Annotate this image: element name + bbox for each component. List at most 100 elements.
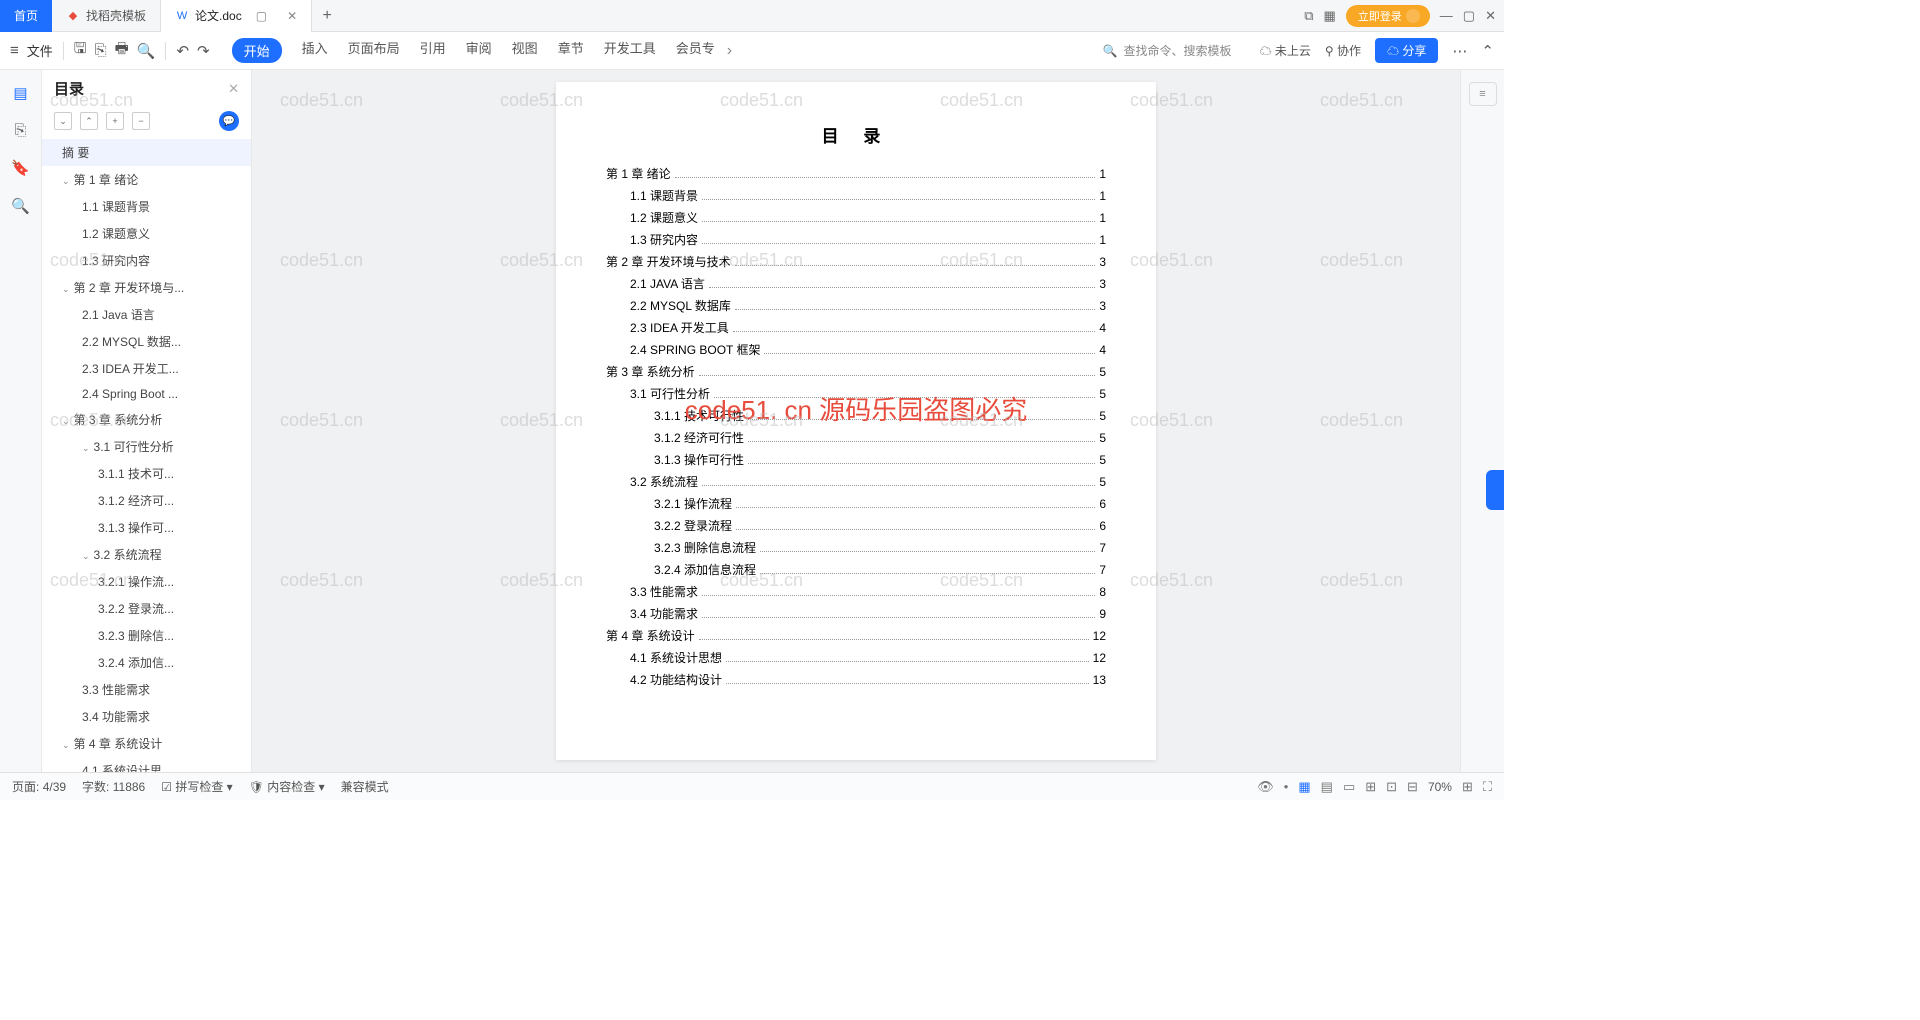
outline-item[interactable]: 2.3 IDEA 开发工... (42, 355, 251, 382)
outline-item[interactable]: ⌄第 1 章 绪论 (42, 166, 251, 193)
toc-row[interactable]: 4.1 系统设计思想12 (630, 649, 1106, 666)
menu-overflow-icon[interactable]: › (727, 42, 732, 60)
toc-row[interactable]: 3.1 可行性分析5 (630, 385, 1106, 402)
web-view-icon[interactable]: ⊞ (1365, 779, 1376, 795)
read-view-icon[interactable]: ▭ (1343, 779, 1355, 795)
page-view-icon[interactable]: ▦ (1298, 779, 1310, 795)
dot-icon[interactable]: • (1284, 779, 1289, 794)
toc-row[interactable]: 1.1 课题背景1 (630, 187, 1106, 204)
menu-ref[interactable]: 引用 (420, 38, 446, 63)
outline-item[interactable]: ⌄第 4 章 系统设计 (42, 730, 251, 757)
preview-icon[interactable]: 🔍 (137, 42, 156, 60)
page-indicator[interactable]: 页面: 4/39 (12, 778, 66, 795)
menu-dev[interactable]: 开发工具 (604, 38, 656, 63)
toc-row[interactable]: 3.1.2 经济可行性5 (654, 429, 1106, 446)
outline-item[interactable]: ⌄第 2 章 开发环境与... (42, 274, 251, 301)
save-icon[interactable]: 🖫 (74, 38, 87, 63)
tab-template[interactable]: ◆找稻壳模板 (52, 0, 161, 32)
close-window-icon[interactable]: ✕ (1485, 8, 1496, 24)
apps-icon[interactable]: ▦ (1324, 8, 1336, 24)
toc-row[interactable]: 1.3 研究内容1 (630, 231, 1106, 248)
eye-icon[interactable]: 👁 (1257, 779, 1274, 795)
outline-item[interactable]: 3.1.1 技术可... (42, 460, 251, 487)
outline-item[interactable]: ⌄第 3 章 系统分析 (42, 406, 251, 433)
toc-row[interactable]: 3.2.3 删除信息流程7 (654, 539, 1106, 556)
window-split-icon[interactable]: ⧉ (1304, 8, 1313, 24)
content-check-button[interactable]: 🛡 内容检查 ▾ (249, 778, 325, 795)
outline-item[interactable]: 3.1.3 操作可... (42, 514, 251, 541)
outline-item[interactable]: 3.2.1 操作流... (42, 568, 251, 595)
find-icon[interactable]: 🔍 (11, 197, 30, 215)
command-search[interactable]: 🔍查找命令、搜索模板 (1103, 42, 1232, 59)
more-icon[interactable]: ⋯ (1452, 42, 1467, 60)
toc-row[interactable]: 第 3 章 系统分析5 (606, 363, 1106, 380)
zoom-in-icon[interactable]: ⊞ (1462, 779, 1473, 795)
toc-row[interactable]: 1.2 课题意义1 (630, 209, 1106, 226)
share-button[interactable]: ☁ 分享 (1375, 38, 1438, 63)
minimize-icon[interactable]: — (1440, 8, 1453, 23)
menu-member[interactable]: 会员专 (676, 38, 715, 63)
menu-icon[interactable]: ≡ (10, 42, 19, 59)
outline-item[interactable]: 3.3 性能需求 (42, 676, 251, 703)
menu-start[interactable]: 开始 (232, 38, 282, 63)
redo-icon[interactable]: ↷ (197, 42, 210, 60)
toc-row[interactable]: 3.2 系统流程5 (630, 473, 1106, 490)
file-menu[interactable]: 文件 (27, 41, 53, 60)
tab-document[interactable]: W论文.doc▢✕ (161, 0, 312, 32)
word-count[interactable]: 字数: 11886 (82, 778, 145, 795)
toc-row[interactable]: 2.4 SPRING BOOT 框架4 (630, 341, 1106, 358)
add-tab-button[interactable]: + (312, 7, 342, 25)
collapse-ribbon-icon[interactable]: ⌃ (1481, 42, 1494, 60)
compat-mode[interactable]: 兼容模式 (341, 778, 389, 795)
toc-row[interactable]: 4.2 功能结构设计13 (630, 671, 1106, 688)
toc-row[interactable]: 第 1 章 绪论1 (606, 165, 1106, 182)
collab-button[interactable]: ⚲ 协作 (1325, 42, 1361, 59)
toc-row[interactable]: 第 2 章 开发环境与技术3 (606, 253, 1106, 270)
menu-insert[interactable]: 插入 (302, 38, 328, 63)
zoom-value[interactable]: 70% (1428, 780, 1452, 794)
print-icon[interactable]: 🖶 (115, 38, 129, 63)
close-outline-icon[interactable]: ✕ (228, 81, 239, 97)
outline-item[interactable]: 1.2 课题意义 (42, 220, 251, 247)
bookmark-icon[interactable]: 🔖 (11, 159, 30, 177)
tab-home[interactable]: 首页 (0, 0, 52, 32)
outline-view-icon[interactable]: ▤ (1321, 779, 1333, 795)
outline-item-abstract[interactable]: 摘 要 (42, 139, 251, 166)
present-icon[interactable]: ▢ (256, 9, 267, 23)
toc-row[interactable]: 2.2 MYSQL 数据库3 (630, 297, 1106, 314)
undo-icon[interactable]: ↶ (176, 42, 189, 60)
fullscreen-icon[interactable]: ⛶ (1483, 779, 1492, 795)
outline-item[interactable]: 2.1 Java 语言 (42, 301, 251, 328)
remove-level-icon[interactable]: − (132, 112, 150, 130)
menu-view[interactable]: 视图 (512, 38, 538, 63)
menu-review[interactable]: 审阅 (466, 38, 492, 63)
toc-row[interactable]: 2.1 JAVA 语言3 (630, 275, 1106, 292)
cloud-status[interactable]: ☁ 未上云 (1260, 42, 1311, 59)
zoom-out-icon[interactable]: ⊟ (1407, 779, 1418, 795)
toc-row[interactable]: 3.2.4 添加信息流程7 (654, 561, 1106, 578)
chat-icon[interactable]: 💬 (219, 111, 239, 131)
toc-row[interactable]: 3.2.1 操作流程6 (654, 495, 1106, 512)
export-icon[interactable]: ⎘ (95, 42, 107, 59)
outline-item[interactable]: 3.2.3 删除信... (42, 622, 251, 649)
outline-item[interactable]: 3.2.2 登录流... (42, 595, 251, 622)
toc-row[interactable]: 3.2.2 登录流程6 (654, 517, 1106, 534)
menu-layout[interactable]: 页面布局 (348, 38, 400, 63)
outline-item[interactable]: ⌄3.1 可行性分析 (42, 433, 251, 460)
toc-row[interactable]: 3.3 性能需求8 (630, 583, 1106, 600)
outline-icon[interactable]: ▤ (13, 84, 27, 102)
toc-row[interactable]: 3.1.3 操作可行性5 (654, 451, 1106, 468)
outline-item[interactable]: 1.1 课题背景 (42, 193, 251, 220)
login-button[interactable]: 立即登录 (1346, 5, 1430, 27)
toc-row[interactable]: 3.4 功能需求9 (630, 605, 1106, 622)
outline-item[interactable]: 3.4 功能需求 (42, 703, 251, 730)
ruler-icon[interactable]: ⊡ (1386, 779, 1397, 795)
outline-item[interactable]: 3.2.4 添加信... (42, 649, 251, 676)
menu-chapter[interactable]: 章节 (558, 38, 584, 63)
outline-item[interactable]: 4.1 系统设计思 (42, 757, 251, 772)
expand-all-icon[interactable]: ⌃ (80, 112, 98, 130)
add-level-icon[interactable]: + (106, 112, 124, 130)
outline-item[interactable]: 1.3 研究内容 (42, 247, 251, 274)
outline-item[interactable]: 3.1.2 经济可... (42, 487, 251, 514)
collapse-all-icon[interactable]: ⌄ (54, 112, 72, 130)
